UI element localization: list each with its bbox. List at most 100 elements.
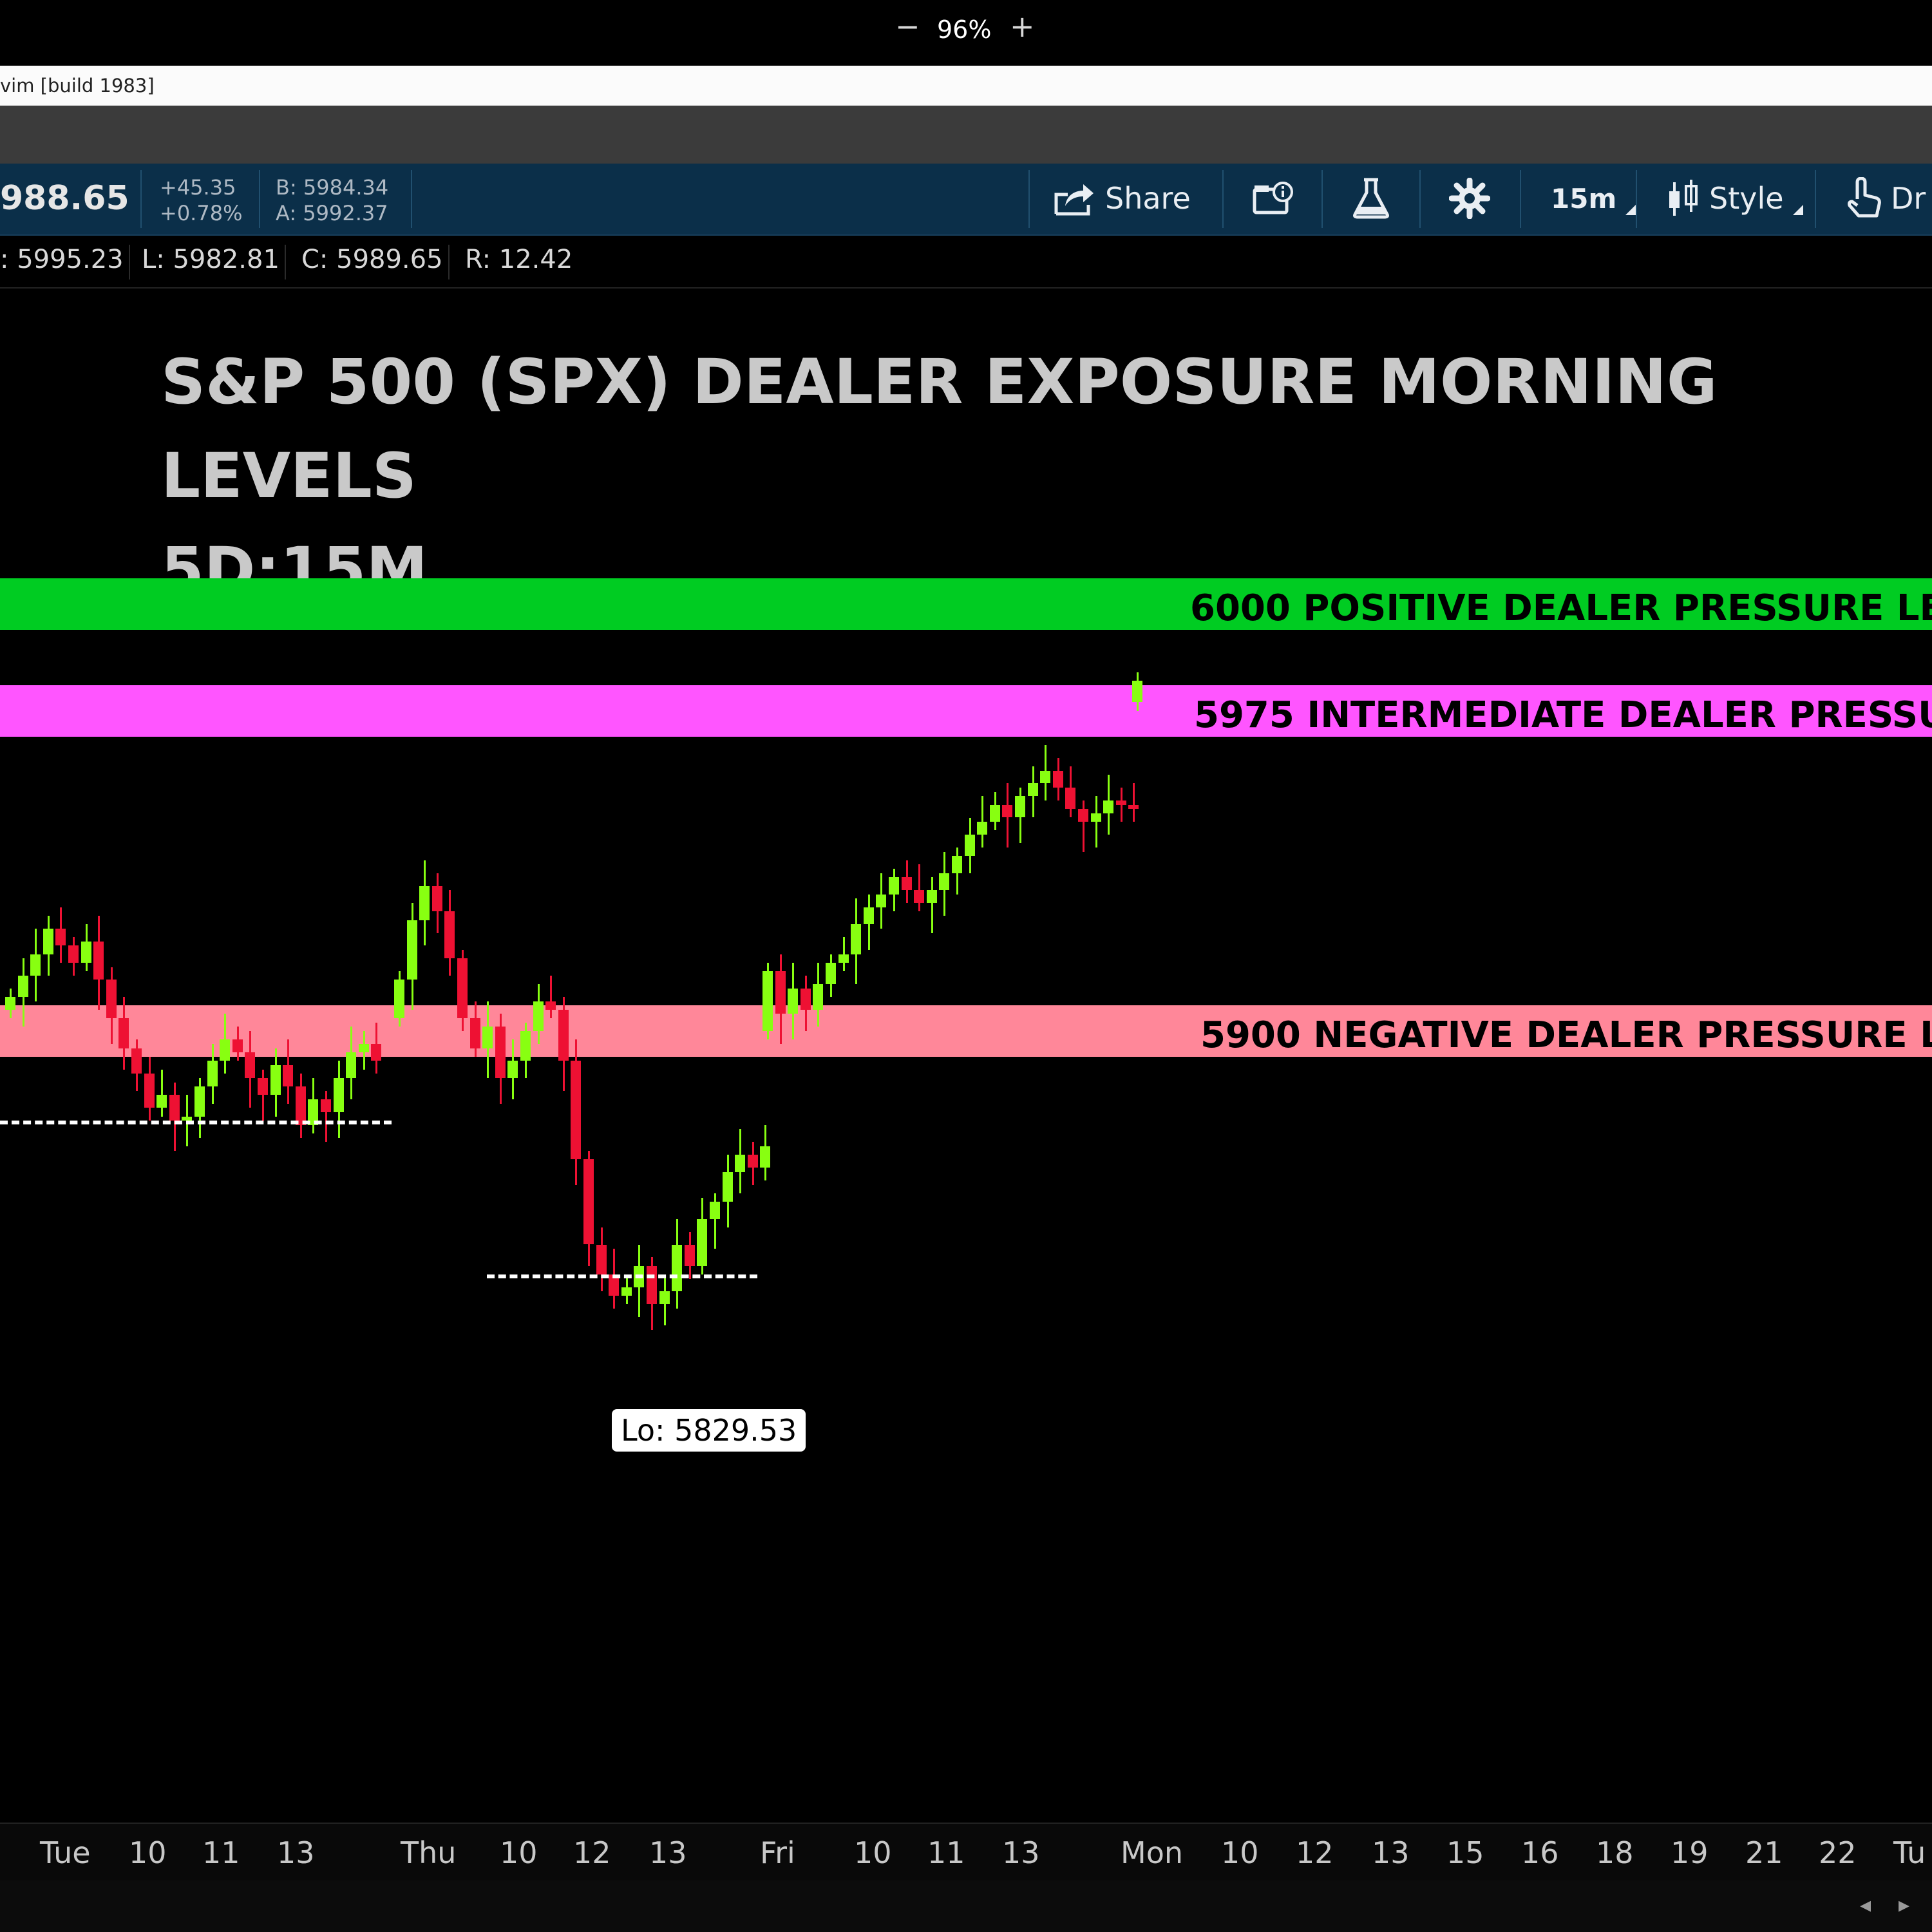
level-label-5900: 5900 NEGATIVE DEALER PRESSURE LI bbox=[1200, 1014, 1932, 1056]
ohlc-range: R: 12.42 bbox=[465, 245, 573, 274]
x-tick-label: 10 bbox=[854, 1835, 892, 1870]
drawings-label: Dr bbox=[1891, 181, 1926, 216]
zoom-in-button[interactable]: + bbox=[1010, 9, 1035, 44]
candle-body bbox=[838, 954, 849, 963]
candle-body bbox=[901, 877, 912, 891]
toolbar-divider bbox=[411, 170, 412, 228]
company-info-icon bbox=[1252, 180, 1294, 216]
window-title-bar: vim [build 1983] bbox=[0, 66, 1932, 106]
candle-body bbox=[1052, 770, 1063, 788]
candle-wick bbox=[325, 1090, 327, 1142]
candle-body bbox=[93, 941, 104, 980]
drawings-button[interactable]: Dr bbox=[1844, 174, 1926, 223]
candle-body bbox=[889, 877, 899, 895]
candle-body bbox=[406, 920, 417, 980]
timeframe-label: 15m bbox=[1551, 182, 1617, 214]
candle-wick bbox=[1083, 800, 1084, 852]
settings-gear-icon bbox=[1449, 178, 1490, 219]
candle-body bbox=[394, 980, 404, 1019]
bid-price: B: 5984.34 bbox=[276, 175, 389, 200]
x-tick-label: Fri bbox=[760, 1835, 795, 1870]
x-tick-label: 13 bbox=[1372, 1835, 1410, 1870]
candle-body bbox=[469, 1018, 480, 1048]
candle-body bbox=[321, 1099, 331, 1112]
studies-button[interactable] bbox=[1351, 174, 1391, 223]
x-tick-label: 13 bbox=[649, 1835, 687, 1870]
zoom-out-button[interactable]: − bbox=[895, 9, 920, 44]
drawing-hand-icon bbox=[1844, 177, 1882, 220]
x-tick-label: 10 bbox=[500, 1835, 538, 1870]
level-band-5975: 5975 INTERMEDIATE DEALER PRESSU bbox=[0, 685, 1932, 737]
time-axis: Tue 10 11 13 Thu 10 12 13 Fri 10 11 13 Mon 10 12 13 15 16… bbox=[0, 1823, 1932, 1882]
candle-body bbox=[583, 1159, 594, 1245]
candle-body bbox=[735, 1155, 746, 1172]
candle-body bbox=[55, 928, 66, 946]
candle-body bbox=[419, 886, 430, 920]
candle-body bbox=[156, 1095, 167, 1108]
ask-price: A: 5992.37 bbox=[276, 201, 388, 225]
candle-wick bbox=[1120, 788, 1122, 822]
company-info-button[interactable] bbox=[1252, 174, 1294, 223]
toolbar-divider bbox=[1028, 170, 1030, 228]
x-tick-label: 22 bbox=[1819, 1835, 1857, 1870]
candle-body bbox=[926, 890, 937, 904]
x-tick-label: Tue bbox=[40, 1835, 91, 1870]
candle-body bbox=[131, 1048, 142, 1074]
candle-body bbox=[220, 1039, 231, 1061]
x-tick-label: Thu bbox=[401, 1835, 457, 1870]
toolbar-divider bbox=[1321, 170, 1323, 228]
candle-body bbox=[283, 1065, 294, 1087]
candle-body bbox=[232, 1039, 243, 1053]
candle-body bbox=[270, 1065, 281, 1095]
scroll-left-icon[interactable]: ◂ bbox=[1860, 1892, 1871, 1918]
candle-body bbox=[571, 1061, 582, 1159]
candle-body bbox=[684, 1244, 695, 1266]
zoom-bar: − 96% + bbox=[0, 0, 1932, 64]
x-tick-label: 19 bbox=[1671, 1835, 1709, 1870]
candle-body bbox=[762, 971, 773, 1031]
x-tick-label: 12 bbox=[573, 1835, 611, 1870]
candle-wick bbox=[550, 975, 553, 1019]
candle-body bbox=[914, 890, 925, 904]
candle-body bbox=[1015, 796, 1025, 818]
candle-wick bbox=[1095, 796, 1097, 848]
level-label-6000: 6000 POSITIVE DEALER PRESSURE LEV bbox=[1190, 587, 1932, 629]
scroll-right-icon[interactable]: ▸ bbox=[1899, 1892, 1909, 1918]
x-tick-label: 13 bbox=[277, 1835, 315, 1870]
candle-wick bbox=[1133, 783, 1135, 822]
candle-body bbox=[813, 984, 824, 1010]
support-dashed-line bbox=[0, 1121, 392, 1125]
level-band-5900: 5900 NEGATIVE DEALER PRESSURE LI bbox=[0, 1005, 1932, 1057]
style-button[interactable]: Style bbox=[1665, 174, 1803, 223]
chart-toolbar: 988.65 +45.35 +0.78% B: 5984.34 A: 5992.… bbox=[0, 164, 1932, 236]
candle-body bbox=[482, 1027, 493, 1048]
toolbar-divider bbox=[1636, 170, 1637, 228]
candle-wick bbox=[931, 877, 933, 933]
share-button[interactable]: Share bbox=[1054, 174, 1191, 223]
candle-body bbox=[722, 1171, 733, 1202]
timeframe-selector[interactable]: 15m bbox=[1551, 174, 1636, 223]
candle-body bbox=[245, 1052, 256, 1078]
settings-button[interactable] bbox=[1449, 174, 1490, 223]
candle-body bbox=[800, 988, 811, 1010]
chart-scrollbar[interactable]: ◂ ▸ bbox=[0, 1880, 1932, 1932]
candle-body bbox=[710, 1202, 720, 1219]
last-price: 988.65 bbox=[0, 179, 129, 218]
candle-body bbox=[775, 971, 786, 1014]
candle-body bbox=[826, 962, 836, 985]
dropdown-corner-icon bbox=[1625, 182, 1636, 215]
candle-body bbox=[169, 1095, 180, 1121]
candle-body bbox=[358, 1043, 369, 1053]
candle-body bbox=[207, 1061, 218, 1087]
candle-body bbox=[30, 954, 41, 976]
candle-body bbox=[258, 1077, 268, 1095]
toolbar-divider bbox=[1815, 170, 1816, 228]
net-change: +45.35 bbox=[160, 175, 236, 200]
candle-body bbox=[964, 835, 975, 857]
candle-body bbox=[851, 924, 862, 954]
candle-body bbox=[495, 1027, 506, 1078]
candle-body bbox=[144, 1074, 155, 1108]
candle-body bbox=[1040, 770, 1051, 784]
ohlc-high: : 5995.23 bbox=[0, 245, 130, 279]
candle-body bbox=[520, 1031, 531, 1061]
